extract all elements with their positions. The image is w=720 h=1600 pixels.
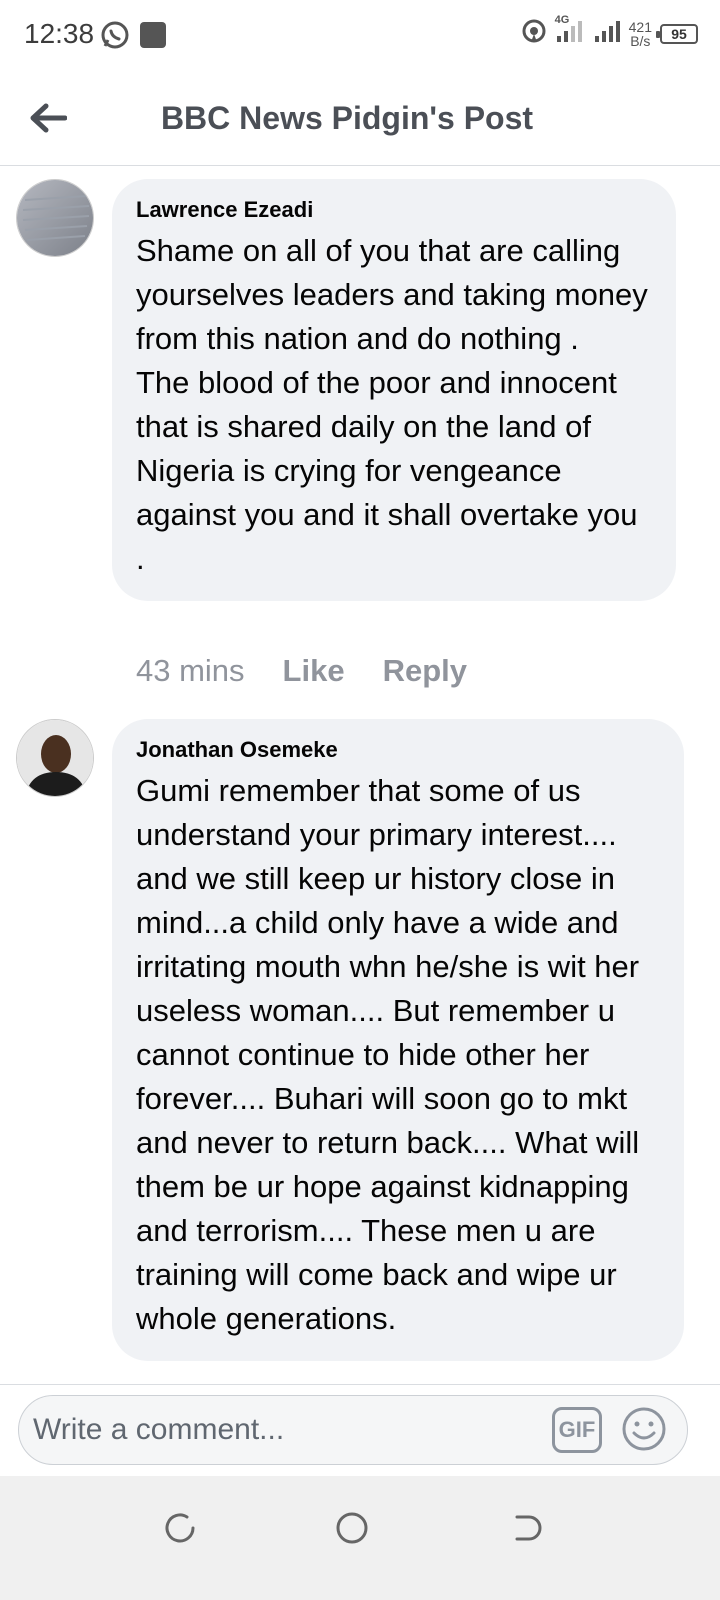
signal-icon [593, 18, 621, 49]
avatar[interactable] [16, 719, 94, 797]
whatsapp-icon [100, 20, 130, 55]
reply-button[interactable]: Reply [383, 653, 467, 689]
status-time: 12:38 [24, 18, 95, 49]
comment-author[interactable]: Jonathan Osemeke [136, 737, 660, 763]
hotspot-icon [521, 18, 547, 49]
avatar[interactable] [16, 179, 94, 257]
comment-composer: GIF [0, 1384, 720, 1476]
notification-icon [140, 22, 166, 48]
signal-4g-icon: 4G [555, 14, 585, 49]
comment-bubble: Lawrence Ezeadi Shame on all of you that… [112, 179, 676, 601]
home-icon [336, 1512, 368, 1544]
network-type-label: 4G [554, 14, 570, 26]
battery-icon: 95 [656, 23, 698, 44]
comment-actions: 43 mins Like Reply [136, 653, 467, 689]
comment-time: 43 mins [136, 653, 245, 688]
status-bar: 12:38 4G 421 B/s 95 [0, 0, 720, 72]
emoji-button[interactable] [620, 1405, 668, 1453]
comment-author[interactable]: Lawrence Ezeadi [136, 197, 652, 223]
page-title: BBC News Pidgin's Post [160, 100, 534, 136]
comment-text: Shame on all of you that are calling you… [136, 233, 648, 576]
gif-button[interactable]: GIF [552, 1407, 602, 1453]
back-icon [515, 1515, 542, 1541]
smiley-icon [622, 1407, 666, 1451]
app-header: BBC News Pidgin's Post [0, 72, 720, 166]
comment-bubble: Jonathan Osemeke Gumi remember that some… [112, 719, 684, 1361]
comments-feed[interactable]: Lawrence Ezeadi Shame on all of you that… [0, 167, 720, 1411]
like-button[interactable]: Like [283, 653, 345, 689]
nav-back-button[interactable] [504, 1506, 548, 1550]
net-speed: 421 B/s [629, 20, 652, 48]
nav-home-button[interactable] [330, 1506, 374, 1550]
comment-text: Gumi remember that some of us understand… [136, 773, 648, 1336]
system-navbar [0, 1476, 720, 1600]
recents-icon [165, 1513, 195, 1543]
status-indicators: 4G 421 B/s 95 [521, 14, 698, 49]
nav-recents-button[interactable] [158, 1506, 202, 1550]
net-speed-unit: B/s [630, 32, 651, 49]
